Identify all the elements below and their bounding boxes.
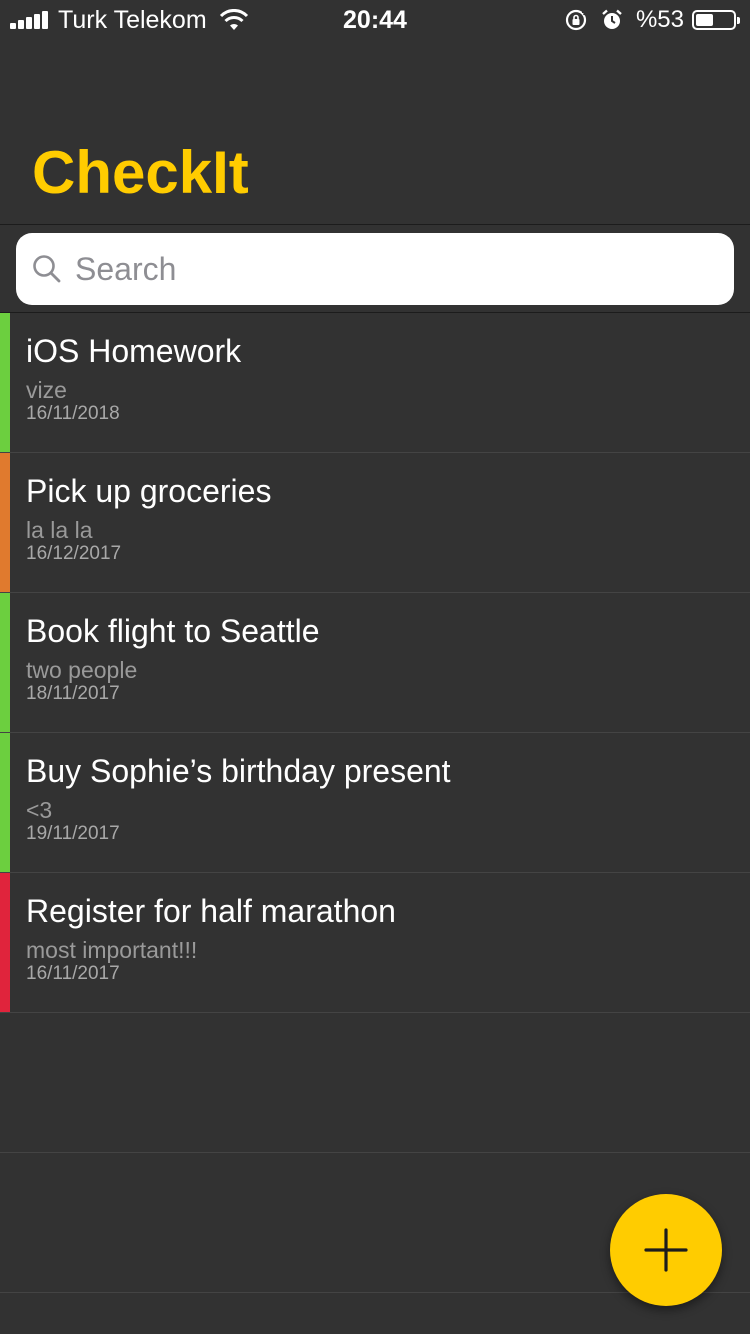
todo-date: 16/11/2017 — [26, 963, 120, 984]
todo-item[interactable]: Buy Sophie’s birthday present <3 19/11/2… — [0, 733, 750, 873]
header-divider — [0, 224, 750, 225]
todo-title: Pick up groceries — [26, 473, 272, 509]
priority-indicator — [0, 733, 10, 872]
priority-indicator — [0, 873, 10, 1012]
rotation-lock-icon — [565, 9, 587, 31]
todo-title: Register for half marathon — [26, 893, 396, 929]
todo-item[interactable]: iOS Homework vize 16/11/2018 — [0, 313, 750, 453]
todo-title: Buy Sophie’s birthday present — [26, 753, 451, 789]
empty-row — [0, 1013, 750, 1153]
todo-item[interactable]: Register for half marathon most importan… — [0, 873, 750, 1013]
battery-percentage: %53 — [635, 6, 684, 33]
plus-icon — [644, 1228, 688, 1272]
todo-title: Book flight to Seattle — [26, 613, 320, 649]
search-icon — [33, 255, 61, 283]
battery-icon — [692, 10, 740, 30]
todo-title: iOS Homework — [26, 333, 242, 369]
status-right: %53 — [564, 6, 740, 34]
status-bar: Turk Telekom 20:44 %53 — [0, 0, 750, 40]
todo-item[interactable]: Pick up groceries la la la 16/12/2017 — [0, 453, 750, 593]
priority-indicator — [0, 593, 10, 732]
add-todo-button[interactable] — [610, 1194, 722, 1306]
todo-note: two people — [26, 657, 138, 683]
todo-item[interactable]: Book flight to Seattle two people 18/11/… — [0, 593, 750, 733]
todo-date: 18/11/2017 — [26, 683, 120, 704]
todo-date: 16/11/2018 — [26, 403, 120, 424]
app-title: CheckIt — [32, 139, 249, 206]
todo-date: 19/11/2017 — [26, 823, 120, 844]
todo-note: vize — [26, 377, 67, 403]
search-input[interactable] — [75, 250, 695, 288]
alarm-icon — [602, 9, 622, 29]
priority-indicator — [0, 453, 10, 592]
todo-note: <3 — [26, 797, 53, 823]
todo-note: most important!!! — [26, 937, 198, 963]
todo-note: la la la — [26, 517, 93, 543]
battery-level-fill — [696, 14, 714, 26]
todo-list: iOS Homework vize 16/11/2018 Pick up gro… — [0, 313, 750, 1293]
search-bar[interactable] — [16, 233, 734, 305]
priority-indicator — [0, 313, 10, 452]
todo-date: 16/12/2017 — [26, 543, 122, 564]
